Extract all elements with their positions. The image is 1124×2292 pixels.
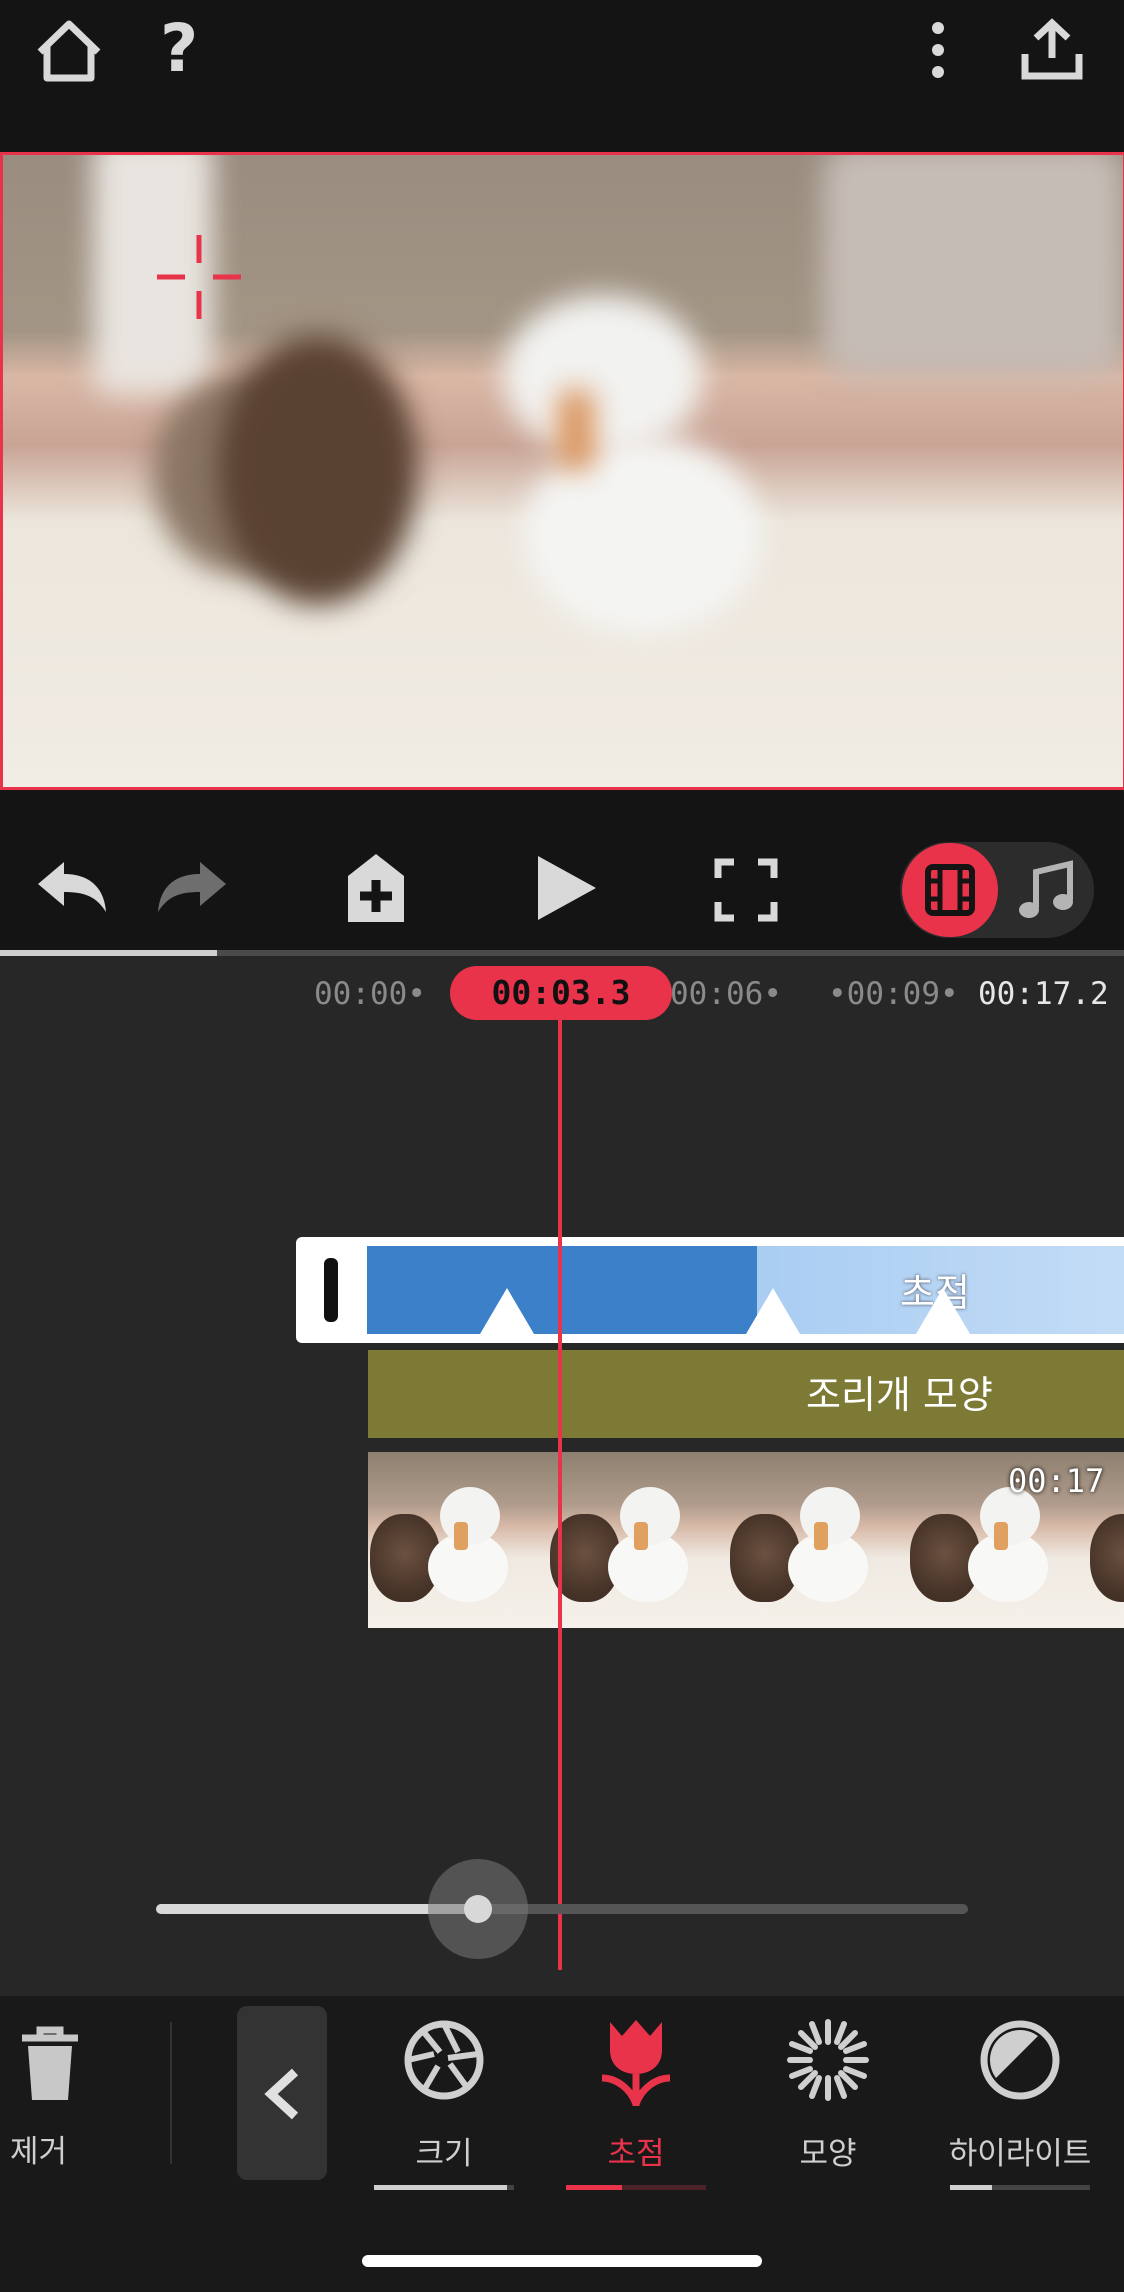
- video-mode-icon: [925, 864, 975, 916]
- tool-size[interactable]: 크기: [364, 2016, 524, 2192]
- track-trim-handle[interactable]: [324, 1258, 338, 1322]
- tool-highlight[interactable]: 하이라이트: [940, 2016, 1100, 2192]
- redo-icon[interactable]: [154, 858, 230, 916]
- tool-label: 모양: [799, 2136, 857, 2172]
- back-button[interactable]: [237, 2006, 327, 2180]
- add-layer-icon[interactable]: [344, 850, 408, 926]
- highlight-circle-icon: [980, 2020, 1060, 2100]
- timeline-zoom-thumb[interactable]: [464, 1895, 492, 1923]
- current-time-badge: 00:03.3: [450, 966, 672, 1020]
- tulip-macro-icon: [601, 2020, 671, 2106]
- playback-controls: [0, 790, 1124, 950]
- clip-thumbnail: [368, 1452, 548, 1628]
- more-vert-icon[interactable]: [926, 20, 950, 80]
- time-tick: 00:06•: [670, 976, 782, 1012]
- tool-label: 크기: [415, 2136, 473, 2172]
- total-duration: 00:17.2: [978, 976, 1109, 1012]
- video-preview: [0, 150, 1124, 790]
- time-tick: •00:09•: [828, 976, 959, 1012]
- tool-progress-fill: [374, 2185, 507, 2190]
- crosshair-icon[interactable]: [149, 227, 249, 327]
- home-indicator[interactable]: [362, 2255, 762, 2267]
- aperture-track-label: 조리개 모양: [806, 1373, 993, 1417]
- tool-shape[interactable]: 모양: [748, 2016, 908, 2192]
- aperture-icon: [404, 2020, 484, 2100]
- tool-progress-fill: [566, 2185, 622, 2190]
- delete-label: 제거: [10, 2134, 68, 2170]
- chevron-left-icon: [264, 2068, 299, 2120]
- fullscreen-icon[interactable]: [714, 858, 778, 922]
- clip-duration: 00:17: [1008, 1462, 1105, 1500]
- clip-thumbnail: [728, 1452, 908, 1628]
- tool-focus[interactable]: 초점: [556, 2016, 716, 2192]
- video-mode-button[interactable]: [902, 843, 998, 937]
- playhead[interactable]: [558, 1020, 562, 1970]
- video-frame[interactable]: [0, 152, 1124, 790]
- keyframe-marker[interactable]: [916, 1288, 970, 1334]
- tool-label: 하이라이트: [948, 2136, 1092, 2172]
- keyframe-marker[interactable]: [746, 1288, 800, 1334]
- undo-icon[interactable]: [34, 858, 110, 916]
- top-bar: ?: [0, 0, 1124, 150]
- play-icon[interactable]: [534, 852, 600, 924]
- home-icon[interactable]: [34, 18, 104, 84]
- time-tick: 00:00•: [314, 976, 426, 1012]
- help-icon[interactable]: ?: [160, 10, 198, 87]
- clip-thumbnail: [548, 1452, 728, 1628]
- tool-label: 초점: [607, 2136, 665, 2172]
- aperture-shape-track[interactable]: [368, 1350, 1124, 1438]
- keyframe-marker[interactable]: [480, 1288, 534, 1334]
- focus-track-segment[interactable]: [367, 1246, 757, 1334]
- audio-mode-icon[interactable]: [1018, 860, 1074, 922]
- trash-icon: [22, 2026, 78, 2100]
- starburst-icon: [787, 2019, 869, 2101]
- share-export-icon[interactable]: [1020, 18, 1084, 80]
- toolbar-divider: [170, 2022, 172, 2164]
- tool-progress-fill: [950, 2185, 992, 2190]
- delete-button[interactable]: 제거: [10, 2022, 88, 2172]
